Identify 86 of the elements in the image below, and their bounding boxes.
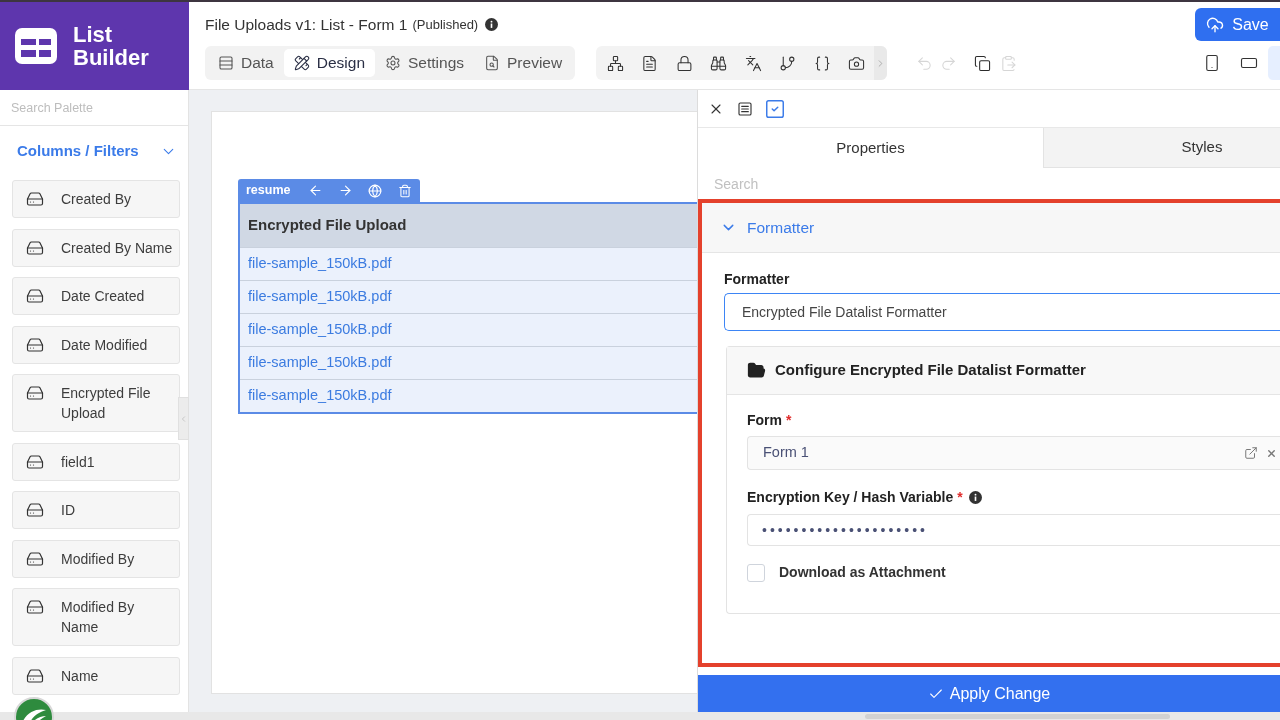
page-title: File Uploads v1: List - Form 1 [205,14,408,35]
palette-item[interactable]: Modified By Name [12,588,180,646]
file-link[interactable]: file-sample_150kB.pdf [248,286,392,308]
app-title: List Builder [73,23,149,69]
leaf-logo-icon[interactable] [14,697,54,720]
palette-item[interactable]: Name [12,656,180,695]
palette-item[interactable]: Encrypted File Upload [12,374,180,432]
rows-icon [218,55,234,71]
password-field[interactable]: ••••••••••••••••••••• [747,514,1280,546]
branch-icon [779,54,797,72]
phone-icon [1203,54,1221,72]
palette-item[interactable]: Modified By [12,539,180,578]
required-mark: * [957,487,963,507]
braces-icon [813,54,831,72]
hard-drive-icon [26,549,44,568]
field-label: Form [747,410,782,430]
paste-icon [999,54,1017,72]
hard-drive-icon [26,238,44,257]
formatter-section-header[interactable]: Formatter [702,203,1280,253]
trash-icon [398,183,412,198]
form-select-field[interactable]: Form 1 [747,436,1280,470]
status-label: (Published) [412,15,479,34]
checkbox-view-button[interactable] [764,97,786,120]
hard-drive-icon [26,598,44,616]
translate-icon [744,54,762,72]
checkbox-label: Download as Attachment [779,563,946,582]
attachment-checkbox[interactable] [747,563,765,582]
globe-icon [368,183,382,198]
hard-drive-icon [26,666,44,685]
required-mark: * [786,410,792,430]
hard-drive-icon [26,384,44,402]
column-header: Encrypted File Upload [240,204,697,247]
file-search-icon [484,55,500,71]
lock-icon [675,54,693,72]
file-link[interactable]: file-sample_150kB.pdf [248,352,392,374]
binoculars-icon [710,54,728,72]
hard-drive-icon [26,501,44,519]
save-button[interactable]: Save [1195,8,1280,41]
palette-item[interactable]: Date Created [12,277,180,315]
column-id-label: resume [246,182,292,200]
menu-square-icon [737,100,753,117]
field-value: Form 1 [763,443,809,463]
apply-change-button[interactable]: Apply Change [698,675,1280,712]
sitemap-icon [606,54,624,72]
settings-icon [385,55,401,71]
arrow-right-icon [337,183,353,198]
file-link[interactable]: file-sample_150kB.pdf [248,253,392,275]
hard-drive-icon [26,335,44,354]
hard-drive-icon [26,452,44,471]
table-logo-icon [15,28,57,64]
field-label: Formatter [724,270,791,289]
clear-icon [1266,447,1277,459]
pencil-ruler-icon [293,55,310,71]
panel-tab[interactable]: Styles [1043,128,1280,168]
collapse-handle[interactable] [178,397,189,440]
document-icon [641,54,659,72]
info-icon [968,490,982,504]
folder-open-icon [747,361,766,380]
scrollbar-thumb[interactable] [865,713,1170,719]
card-title: Configure Encrypted File Datalist Formatter [775,360,1086,381]
redo-icon [939,54,957,72]
cloud-upload-icon [1206,15,1225,34]
palette-item[interactable]: Created By Name [12,228,180,267]
palette-item[interactable]: ID [12,491,180,529]
copy-icon [973,54,991,72]
external-link-icon [1244,446,1258,460]
undo-icon [915,54,933,72]
info-icon [485,18,499,31]
mode-tab[interactable]: Data [208,49,284,77]
checked-square-icon [764,97,786,120]
file-link[interactable]: file-sample_150kB.pdf [248,319,392,341]
field-label: Encryption Key / Hash Variable [747,487,954,507]
camera-icon [848,54,866,72]
mode-tab[interactable]: Preview [474,49,573,77]
section-toggle[interactable]: Columns / Filters [0,126,188,176]
file-link[interactable]: file-sample_150kB.pdf [248,385,392,407]
mode-tab[interactable]: Design [283,49,375,77]
chevron-left-icon [179,413,188,424]
mode-tab[interactable]: Settings [375,49,474,77]
palette-item[interactable]: Created By [12,180,180,218]
formatter-select[interactable]: Encrypted File Datalist Formatter [724,293,1280,331]
palette-item[interactable]: Date Modified [12,325,180,364]
hard-drive-icon [26,287,44,305]
hard-drive-icon [26,190,44,208]
list-view-button[interactable] [737,100,753,117]
palette-item[interactable]: field1 [12,442,180,481]
